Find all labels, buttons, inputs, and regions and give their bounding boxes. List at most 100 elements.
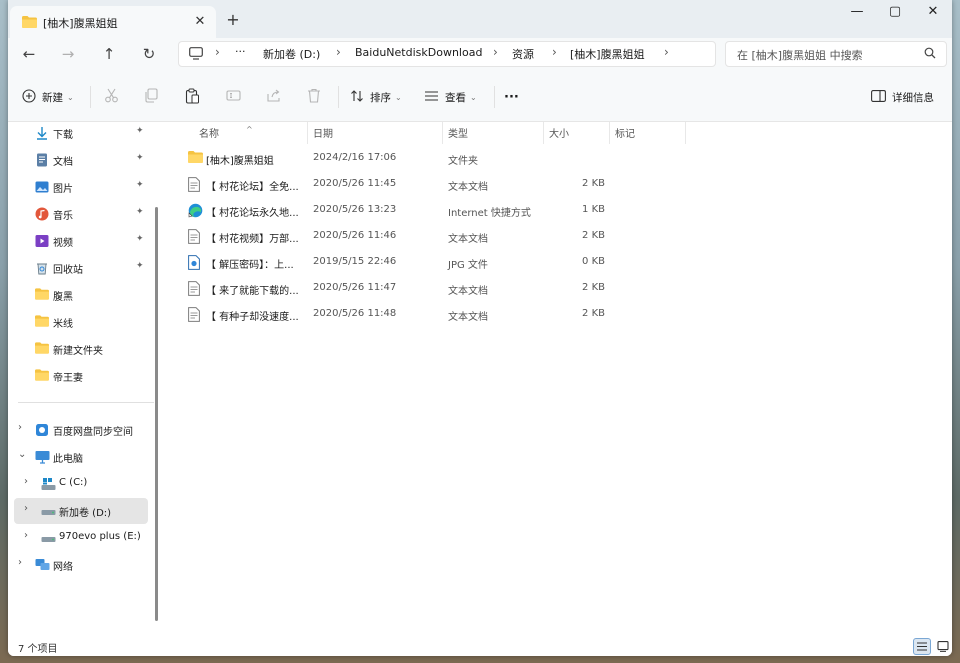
pin-icon: ✦ [136, 126, 144, 136]
chevron-down-icon: ⌄ [67, 92, 74, 102]
new-tab-button[interactable]: + [222, 10, 244, 32]
view-button-label: 查看 [445, 91, 466, 104]
file-date: 2024/2/16 17:06 [313, 152, 397, 163]
chevron-down-icon[interactable]: ⌄ [18, 449, 26, 460]
chevron-right-icon[interactable]: › [24, 530, 28, 541]
file-row[interactable]: [柚木]腹黑姐姐 2024/2/16 17:06 文件夹 [180, 146, 610, 172]
back-button[interactable]: ← [16, 41, 42, 67]
breadcrumb-resources[interactable]: 资源 [512, 46, 534, 62]
file-row[interactable]: 【 来了就能下载的... 2020/5/26 11:47 文本文档 2 KB [180, 276, 610, 302]
sort-button[interactable]: 排序 ⌄ [350, 84, 402, 110]
file-row[interactable]: 【 解压密码】：上... 2019/5/15 22:46 JPG 文件 0 KB [180, 250, 610, 276]
picture-icon [35, 180, 49, 194]
sidebar-item-baidu-sync[interactable]: › 百度网盘同步空间 [8, 417, 154, 443]
sidebar-item-folder-diwangqi[interactable]: 帝王妻 [8, 363, 154, 389]
copy-button[interactable] [144, 84, 159, 110]
chevron-right-icon[interactable]: › [24, 476, 28, 487]
column-divider[interactable] [685, 122, 686, 144]
sidebar-item-drive-d[interactable]: › 新加卷 (D:) [14, 498, 148, 524]
sidebar-item-network[interactable]: › 网络 [8, 552, 154, 578]
folder-icon [35, 288, 49, 302]
chevron-right-icon[interactable]: › [24, 503, 28, 514]
search-box[interactable]: 在 [柚木]腹黑姐姐 中搜索 [725, 41, 947, 67]
share-icon [266, 88, 281, 106]
text-file-icon [188, 229, 202, 245]
column-header-name[interactable]: 名称 [199, 125, 219, 140]
file-row[interactable]: 【 村花论坛】全免... 2020/5/26 11:45 文本文档 2 KB [180, 172, 610, 198]
sidebar-item-downloads[interactable]: 下载 ✦ [8, 120, 154, 146]
file-type: 文本文档 [448, 234, 488, 245]
refresh-button[interactable]: ↻ [136, 41, 162, 67]
share-button[interactable] [266, 84, 281, 110]
cut-button[interactable] [104, 84, 119, 110]
column-header-type[interactable]: 类型 [448, 125, 468, 140]
file-size: 2 KB [582, 282, 605, 293]
rename-button[interactable] [226, 84, 241, 110]
sidebar-item-pictures[interactable]: 图片 ✦ [8, 174, 154, 200]
column-header-tags[interactable]: 标记 [615, 125, 635, 140]
sidebar-item-folder-fuhei[interactable]: 腹黑 [8, 282, 154, 308]
folder-icon [35, 342, 49, 356]
up-button[interactable]: ↑ [96, 41, 122, 67]
forward-button[interactable]: → [55, 41, 81, 67]
column-divider[interactable] [307, 122, 308, 144]
breadcrumb-more-button[interactable]: ··· [235, 45, 246, 58]
search-placeholder: 在 [柚木]腹黑姐姐 中搜索 [737, 49, 863, 62]
tab-close-button[interactable]: ✕ [190, 12, 210, 32]
paste-button[interactable] [185, 84, 200, 110]
details-pane-button[interactable]: 详细信息 [871, 84, 934, 110]
column-divider[interactable] [543, 122, 544, 144]
sidebar-item-label: 回收站 [53, 265, 83, 276]
close-window-button[interactable]: ✕ [913, 0, 952, 26]
column-divider[interactable] [442, 122, 443, 144]
breadcrumb-drive-d[interactable]: 新加卷 (D:) [263, 46, 320, 62]
file-row[interactable]: 【 村花视频】万部... 2020/5/26 11:46 文本文档 2 KB [180, 224, 610, 250]
new-button[interactable]: 新建 ⌄ [22, 84, 74, 110]
file-date: 2020/5/26 11:48 [313, 308, 397, 319]
minimize-button[interactable]: — [837, 0, 877, 26]
column-header-row: ^ 名称 日期 类型 大小 标记 [166, 122, 952, 144]
paste-icon [185, 88, 200, 107]
sidebar-item-documents[interactable]: 文档 ✦ [8, 147, 154, 173]
delete-button[interactable] [307, 84, 321, 110]
sidebar-item-this-pc[interactable]: ⌄ 此电脑 [8, 444, 154, 470]
file-row[interactable]: 【 村花论坛永久地... 2020/5/26 13:23 Internet 快捷… [180, 198, 610, 224]
view-button[interactable]: 查看 ⌄ [424, 84, 477, 110]
large-icons-view-button[interactable] [934, 638, 952, 655]
sidebar-item-label: 音乐 [53, 211, 73, 222]
chevron-down-icon: ⌄ [470, 92, 477, 102]
chevron-right-icon[interactable]: › [18, 557, 22, 568]
sidebar-item-music[interactable]: 音乐 ✦ [8, 201, 154, 227]
breadcrumb-baidunetdiskdownload[interactable]: BaiduNetdiskDownload [355, 46, 482, 59]
sidebar-item-folder-mixian[interactable]: 米线 [8, 309, 154, 335]
pin-icon: ✦ [136, 207, 144, 217]
file-size: 2 KB [582, 230, 605, 241]
sidebar-item-videos[interactable]: 视频 ✦ [8, 228, 154, 254]
sidebar-item-folder-new[interactable]: 新建文件夹 [8, 336, 154, 362]
chevron-right-icon[interactable]: › [18, 422, 22, 433]
column-header-date[interactable]: 日期 [313, 125, 333, 140]
video-icon [35, 234, 49, 248]
sidebar-item-drive-e[interactable]: › 970evo plus (E:) [8, 525, 154, 551]
sidebar-item-label: 新加卷 (D:) [59, 508, 112, 519]
tab-current-folder[interactable]: [柚木]腹黑姐姐 ✕ [10, 6, 216, 38]
sidebar-item-label: 文档 [53, 157, 73, 168]
folder-icon [188, 151, 203, 167]
column-divider[interactable] [609, 122, 610, 144]
details-view-button[interactable] [913, 638, 931, 655]
more-options-button[interactable]: ··· [504, 84, 519, 110]
address-bar[interactable]: › ··· 新加卷 (D:) › BaiduNetdiskDownload › … [178, 41, 716, 67]
file-type: JPG 文件 [448, 260, 488, 271]
sidebar-scrollbar[interactable] [155, 207, 158, 621]
file-size: 1 KB [582, 204, 605, 215]
file-row[interactable]: 【 有种子却没速度... 2020/5/26 11:48 文本文档 2 KB [180, 302, 610, 328]
rename-icon [226, 88, 241, 106]
drive-c-icon [41, 477, 56, 491]
sidebar-item-recycle-bin[interactable]: 回收站 ✦ [8, 255, 154, 281]
sidebar-item-label: C (C:) [59, 477, 88, 488]
sidebar-item-drive-c[interactable]: › C (C:) [8, 471, 154, 497]
column-header-size[interactable]: 大小 [549, 125, 569, 140]
maximize-button[interactable]: ▢ [875, 0, 915, 26]
breadcrumb-current-folder[interactable]: [柚木]腹黑姐姐 [570, 46, 645, 62]
file-name: 【 村花论坛永久地... [206, 208, 299, 219]
